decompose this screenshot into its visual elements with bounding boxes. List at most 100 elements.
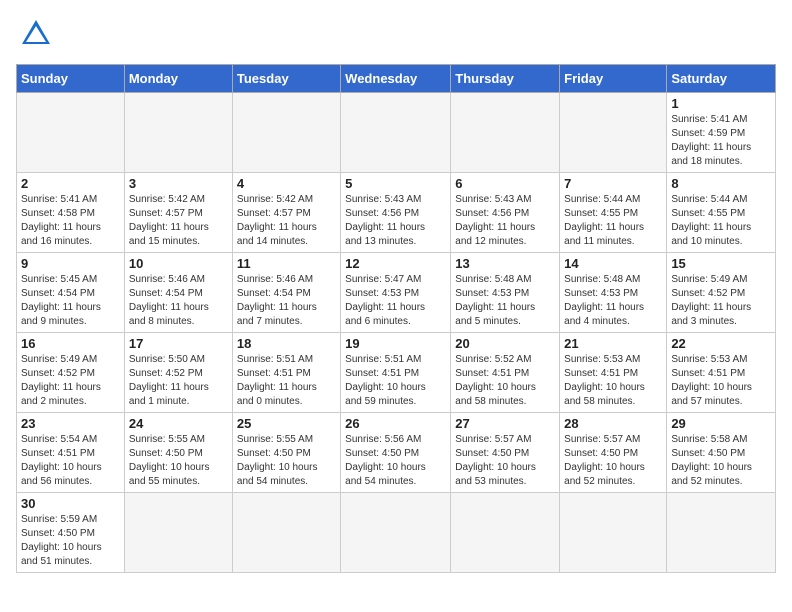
- day-info: Sunrise: 5:44 AM Sunset: 4:55 PM Dayligh…: [671, 193, 771, 249]
- day-number: 13: [455, 256, 555, 271]
- day-number: 5: [345, 176, 446, 191]
- day-info: Sunrise: 5:53 AM Sunset: 4:51 PM Dayligh…: [564, 353, 662, 409]
- day-info: Sunrise: 5:51 AM Sunset: 4:51 PM Dayligh…: [237, 353, 336, 409]
- day-number: 25: [237, 416, 336, 431]
- day-info: Sunrise: 5:57 AM Sunset: 4:50 PM Dayligh…: [564, 433, 662, 489]
- day-number: 19: [345, 336, 446, 351]
- day-number: 18: [237, 336, 336, 351]
- calendar-day-cell: [560, 93, 667, 173]
- calendar-day-cell: 30 Sunrise: 5:59 AM Sunset: 4:50 PM Dayli…: [17, 493, 125, 573]
- calendar-header-row: SundayMondayTuesdayWednesdayThursdayFrid…: [17, 65, 776, 93]
- day-info: Sunrise: 5:49 AM Sunset: 4:52 PM Dayligh…: [21, 353, 120, 409]
- calendar-day-cell: [17, 93, 125, 173]
- calendar-day-cell: 28 Sunrise: 5:57 AM Sunset: 4:50 PM Dayli…: [560, 413, 667, 493]
- day-info: Sunrise: 5:47 AM Sunset: 4:53 PM Dayligh…: [345, 273, 446, 329]
- day-info: Sunrise: 5:46 AM Sunset: 4:54 PM Dayligh…: [237, 273, 336, 329]
- day-number: 7: [564, 176, 662, 191]
- calendar-week-row: 16 Sunrise: 5:49 AM Sunset: 4:52 PM Dayli…: [17, 333, 776, 413]
- logo-icon: [18, 16, 54, 52]
- calendar-day-cell: [667, 493, 776, 573]
- calendar-day-cell: 29Sunrise: 5:58 AM Sunset: 4:50 PM Dayli…: [667, 413, 776, 493]
- calendar-day-cell: 19 Sunrise: 5:51 AM Sunset: 4:51 PM Dayli…: [341, 333, 451, 413]
- day-number: 10: [129, 256, 228, 271]
- calendar-day-cell: 20 Sunrise: 5:52 AM Sunset: 4:51 PM Dayli…: [451, 333, 560, 413]
- day-info: Sunrise: 5:59 AM Sunset: 4:50 PM Dayligh…: [21, 513, 120, 569]
- day-number: 24: [129, 416, 228, 431]
- day-number: 1: [671, 96, 771, 111]
- day-number: 20: [455, 336, 555, 351]
- weekday-header: Friday: [560, 65, 667, 93]
- day-number: 11: [237, 256, 336, 271]
- day-info: Sunrise: 5:58 AM Sunset: 4:50 PM Dayligh…: [671, 433, 771, 489]
- calendar-day-cell: 7 Sunrise: 5:44 AM Sunset: 4:55 PM Daylig…: [560, 173, 667, 253]
- day-info: Sunrise: 5:55 AM Sunset: 4:50 PM Dayligh…: [129, 433, 228, 489]
- day-info: Sunrise: 5:45 AM Sunset: 4:54 PM Dayligh…: [21, 273, 120, 329]
- day-info: Sunrise: 5:52 AM Sunset: 4:51 PM Dayligh…: [455, 353, 555, 409]
- calendar-day-cell: [451, 93, 560, 173]
- day-info: Sunrise: 5:43 AM Sunset: 4:56 PM Dayligh…: [455, 193, 555, 249]
- day-info: Sunrise: 5:57 AM Sunset: 4:50 PM Dayligh…: [455, 433, 555, 489]
- calendar-day-cell: 27 Sunrise: 5:57 AM Sunset: 4:50 PM Dayli…: [451, 413, 560, 493]
- day-number: 22: [671, 336, 771, 351]
- calendar-day-cell: 3Sunrise: 5:42 AM Sunset: 4:57 PM Daylig…: [124, 173, 232, 253]
- day-info: Sunrise: 5:51 AM Sunset: 4:51 PM Dayligh…: [345, 353, 446, 409]
- day-info: Sunrise: 5:42 AM Sunset: 4:57 PM Dayligh…: [237, 193, 336, 249]
- day-info: Sunrise: 5:54 AM Sunset: 4:51 PM Dayligh…: [21, 433, 120, 489]
- day-info: Sunrise: 5:55 AM Sunset: 4:50 PM Dayligh…: [237, 433, 336, 489]
- calendar-day-cell: 13Sunrise: 5:48 AM Sunset: 4:53 PM Dayli…: [451, 253, 560, 333]
- weekday-header: Saturday: [667, 65, 776, 93]
- weekday-header: Tuesday: [232, 65, 340, 93]
- calendar-week-row: 2Sunrise: 5:41 AM Sunset: 4:58 PM Daylig…: [17, 173, 776, 253]
- calendar-day-cell: 10 Sunrise: 5:46 AM Sunset: 4:54 PM Dayli…: [124, 253, 232, 333]
- weekday-header: Monday: [124, 65, 232, 93]
- calendar-day-cell: 23 Sunrise: 5:54 AM Sunset: 4:51 PM Dayli…: [17, 413, 125, 493]
- day-number: 9: [21, 256, 120, 271]
- day-info: Sunrise: 5:48 AM Sunset: 4:53 PM Dayligh…: [564, 273, 662, 329]
- weekday-header: Wednesday: [341, 65, 451, 93]
- calendar-day-cell: [341, 93, 451, 173]
- calendar-day-cell: [124, 493, 232, 573]
- day-number: 4: [237, 176, 336, 191]
- calendar-day-cell: 15Sunrise: 5:49 AM Sunset: 4:52 PM Dayli…: [667, 253, 776, 333]
- day-info: Sunrise: 5:44 AM Sunset: 4:55 PM Dayligh…: [564, 193, 662, 249]
- calendar-day-cell: 24 Sunrise: 5:55 AM Sunset: 4:50 PM Dayli…: [124, 413, 232, 493]
- calendar-day-cell: [232, 493, 340, 573]
- day-info: Sunrise: 5:50 AM Sunset: 4:52 PM Dayligh…: [129, 353, 228, 409]
- day-info: Sunrise: 5:49 AM Sunset: 4:52 PM Dayligh…: [671, 273, 771, 329]
- day-number: 23: [21, 416, 120, 431]
- calendar-week-row: 1 Sunrise: 5:41 AM Sunset: 4:59 PM Daylig…: [17, 93, 776, 173]
- calendar-day-cell: 6Sunrise: 5:43 AM Sunset: 4:56 PM Daylig…: [451, 173, 560, 253]
- day-number: 2: [21, 176, 120, 191]
- day-number: 8: [671, 176, 771, 191]
- calendar-day-cell: 14Sunrise: 5:48 AM Sunset: 4:53 PM Dayli…: [560, 253, 667, 333]
- calendar-week-row: 23 Sunrise: 5:54 AM Sunset: 4:51 PM Dayli…: [17, 413, 776, 493]
- day-number: 27: [455, 416, 555, 431]
- calendar-day-cell: 1 Sunrise: 5:41 AM Sunset: 4:59 PM Daylig…: [667, 93, 776, 173]
- day-info: Sunrise: 5:43 AM Sunset: 4:56 PM Dayligh…: [345, 193, 446, 249]
- day-number: 30: [21, 496, 120, 511]
- calendar-day-cell: 16 Sunrise: 5:49 AM Sunset: 4:52 PM Dayli…: [17, 333, 125, 413]
- calendar-day-cell: 8 Sunrise: 5:44 AM Sunset: 4:55 PM Daylig…: [667, 173, 776, 253]
- day-info: Sunrise: 5:41 AM Sunset: 4:59 PM Dayligh…: [671, 113, 771, 169]
- calendar-table: SundayMondayTuesdayWednesdayThursdayFrid…: [16, 64, 776, 573]
- day-number: 28: [564, 416, 662, 431]
- logo: [16, 16, 54, 52]
- day-number: 16: [21, 336, 120, 351]
- calendar-day-cell: [341, 493, 451, 573]
- calendar-day-cell: [232, 93, 340, 173]
- calendar-day-cell: 11 Sunrise: 5:46 AM Sunset: 4:54 PM Dayli…: [232, 253, 340, 333]
- calendar-day-cell: 25 Sunrise: 5:55 AM Sunset: 4:50 PM Dayli…: [232, 413, 340, 493]
- calendar-day-cell: 17 Sunrise: 5:50 AM Sunset: 4:52 PM Dayli…: [124, 333, 232, 413]
- calendar-day-cell: 21 Sunrise: 5:53 AM Sunset: 4:51 PM Dayli…: [560, 333, 667, 413]
- day-number: 17: [129, 336, 228, 351]
- calendar-day-cell: 9 Sunrise: 5:45 AM Sunset: 4:54 PM Daylig…: [17, 253, 125, 333]
- calendar-day-cell: 22Sunrise: 5:53 AM Sunset: 4:51 PM Dayli…: [667, 333, 776, 413]
- day-number: 3: [129, 176, 228, 191]
- calendar-day-cell: 12Sunrise: 5:47 AM Sunset: 4:53 PM Dayli…: [341, 253, 451, 333]
- day-number: 21: [564, 336, 662, 351]
- day-info: Sunrise: 5:46 AM Sunset: 4:54 PM Dayligh…: [129, 273, 228, 329]
- weekday-header: Sunday: [17, 65, 125, 93]
- calendar-day-cell: [124, 93, 232, 173]
- calendar-week-row: 9 Sunrise: 5:45 AM Sunset: 4:54 PM Daylig…: [17, 253, 776, 333]
- day-info: Sunrise: 5:56 AM Sunset: 4:50 PM Dayligh…: [345, 433, 446, 489]
